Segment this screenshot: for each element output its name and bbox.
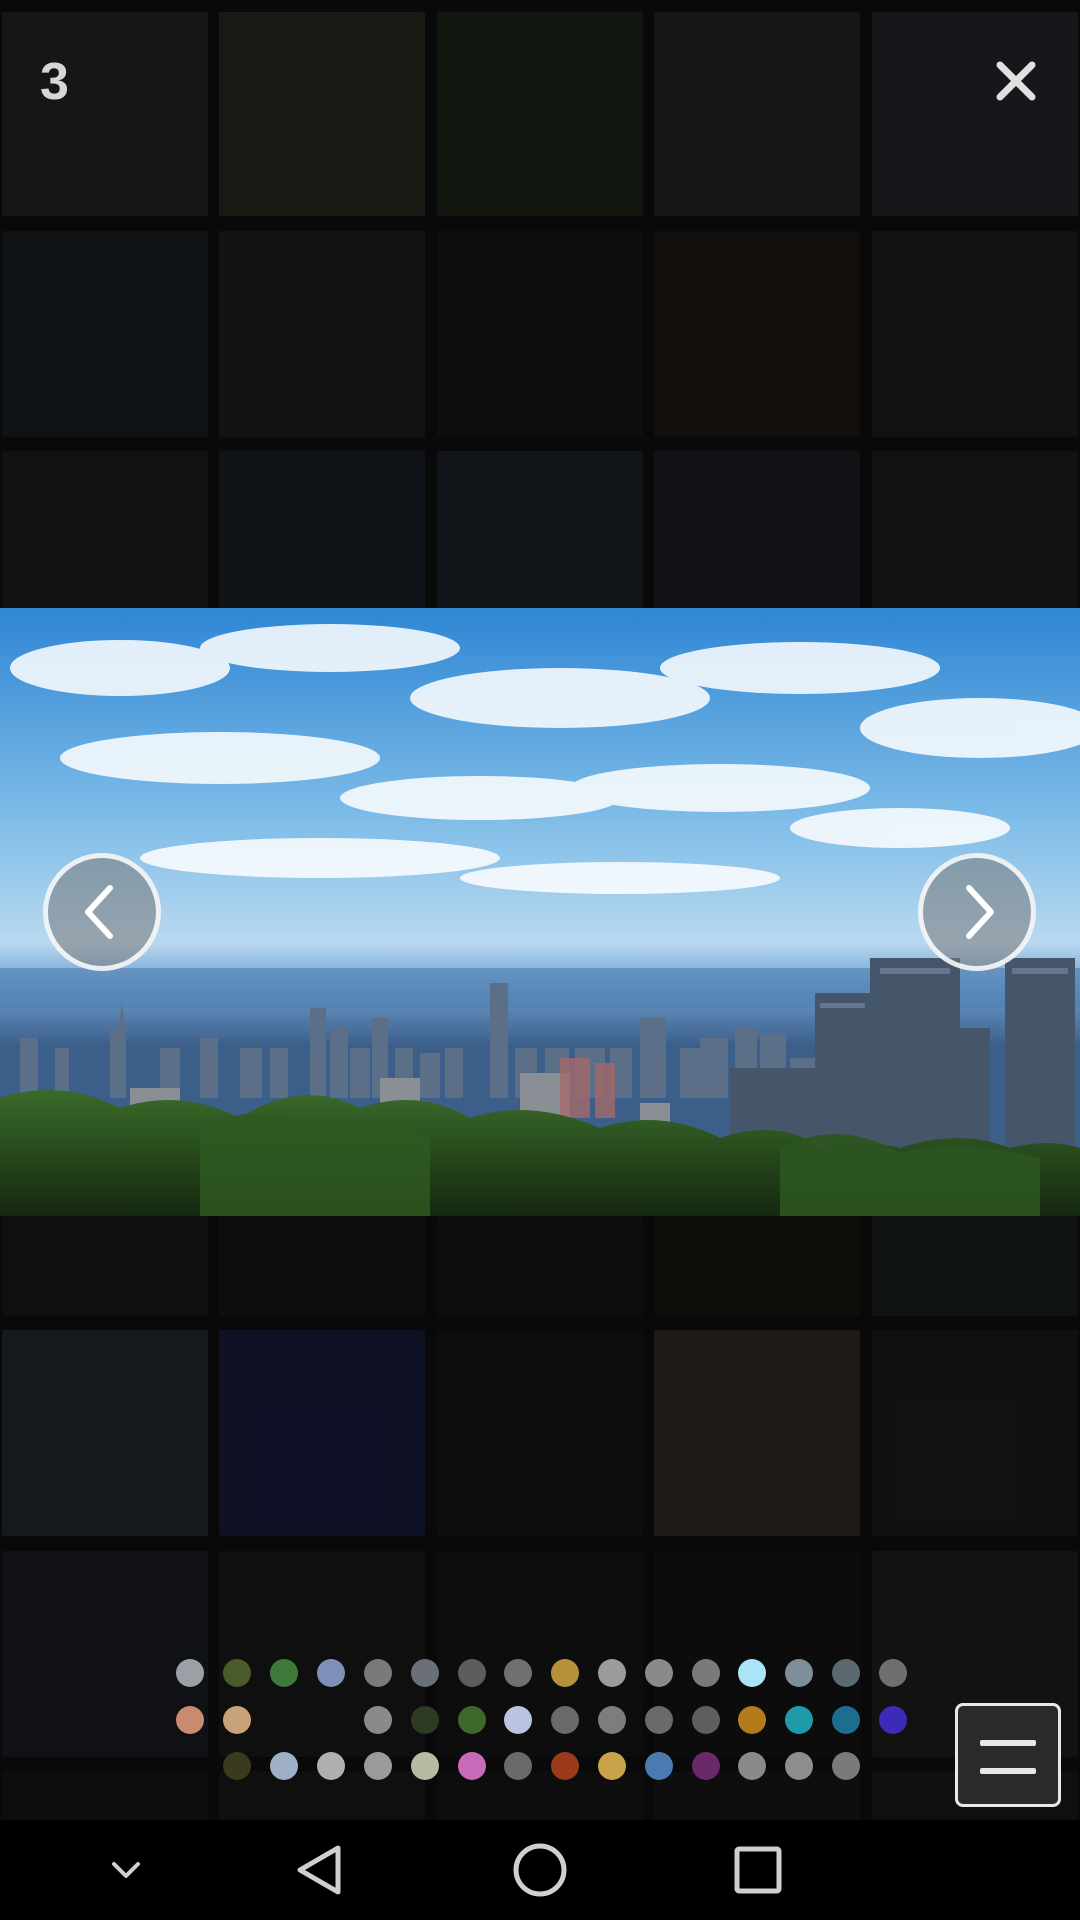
recents-square-icon[interactable] <box>734 1846 782 1894</box>
color-swatch[interactable] <box>551 1752 579 1780</box>
home-circle-icon[interactable] <box>513 1843 567 1897</box>
color-swatch[interactable] <box>785 1752 813 1780</box>
color-swatch[interactable] <box>645 1752 673 1780</box>
chevron-down-icon[interactable] <box>112 1862 140 1878</box>
color-swatch[interactable] <box>270 1659 298 1687</box>
color-swatch[interactable] <box>879 1706 907 1734</box>
color-swatch[interactable] <box>645 1659 673 1687</box>
color-swatch[interactable] <box>411 1752 439 1780</box>
close-icon <box>996 61 1036 101</box>
color-swatch[interactable] <box>504 1706 532 1734</box>
color-swatch[interactable] <box>458 1659 486 1687</box>
color-swatch[interactable] <box>598 1752 626 1780</box>
color-swatch[interactable] <box>411 1659 439 1687</box>
color-swatch[interactable] <box>832 1659 860 1687</box>
close-button[interactable] <box>990 55 1042 107</box>
color-swatch[interactable] <box>692 1659 720 1687</box>
color-swatch[interactable] <box>785 1706 813 1734</box>
color-swatch[interactable] <box>645 1706 673 1734</box>
color-swatch[interactable] <box>411 1706 439 1734</box>
color-swatch[interactable] <box>832 1752 860 1780</box>
system-navigation-bar <box>0 1820 1080 1920</box>
color-swatch[interactable] <box>504 1659 532 1687</box>
color-swatch[interactable] <box>598 1659 626 1687</box>
color-swatch[interactable] <box>223 1706 251 1734</box>
previous-button[interactable] <box>43 853 161 971</box>
color-swatch[interactable] <box>364 1659 392 1687</box>
color-swatch[interactable] <box>504 1752 532 1780</box>
color-swatch[interactable] <box>692 1706 720 1734</box>
menu-button[interactable] <box>955 1703 1061 1807</box>
back-triangle-icon[interactable] <box>297 1845 341 1895</box>
next-button[interactable] <box>918 853 1036 971</box>
color-swatch[interactable] <box>551 1659 579 1687</box>
nav-icons <box>112 1843 782 1897</box>
chevron-right-icon <box>966 885 994 939</box>
color-swatch[interactable] <box>692 1752 720 1780</box>
color-swatch[interactable] <box>223 1659 251 1687</box>
color-swatch[interactable] <box>317 1659 345 1687</box>
color-swatch[interactable] <box>270 1752 298 1780</box>
color-swatch[interactable] <box>738 1752 766 1780</box>
color-swatch[interactable] <box>879 1659 907 1687</box>
color-swatch[interactable] <box>738 1706 766 1734</box>
featured-photo <box>0 608 1080 1216</box>
color-swatch[interactable] <box>458 1752 486 1780</box>
color-swatch[interactable] <box>176 1659 204 1687</box>
color-swatch[interactable] <box>223 1752 251 1780</box>
chevron-left-icon <box>85 885 113 939</box>
color-swatch[interactable] <box>458 1706 486 1734</box>
color-swatch[interactable] <box>364 1752 392 1780</box>
color-swatch[interactable] <box>176 1706 204 1734</box>
color-swatch[interactable] <box>785 1659 813 1687</box>
color-swatch[interactable] <box>364 1706 392 1734</box>
color-swatch[interactable] <box>551 1706 579 1734</box>
color-swatch[interactable] <box>317 1752 345 1780</box>
color-swatch[interactable] <box>832 1706 860 1734</box>
color-swatch[interactable] <box>598 1706 626 1734</box>
image-counter: 3 <box>40 53 69 111</box>
color-swatch[interactable] <box>738 1659 766 1687</box>
